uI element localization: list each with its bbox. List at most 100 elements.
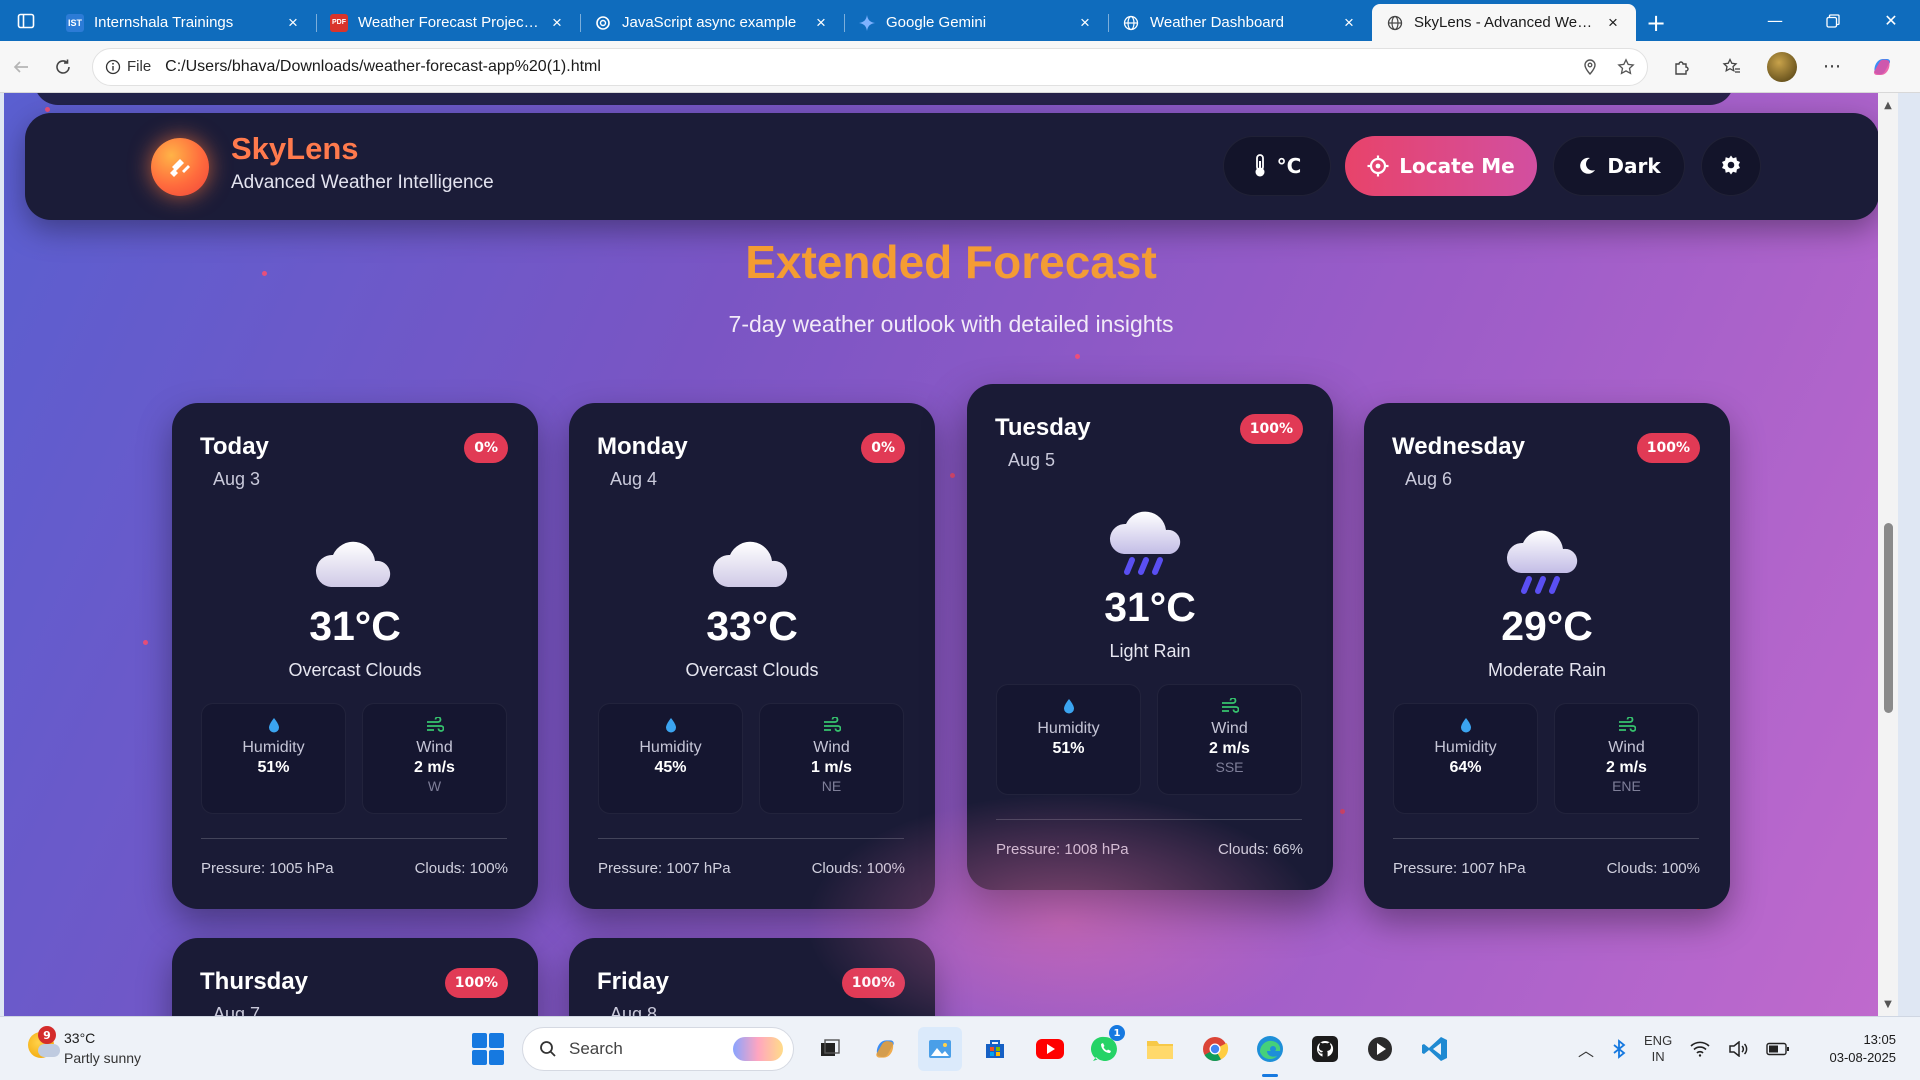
language-indicator[interactable]: ENG IN [1644,1033,1672,1065]
close-window-button[interactable]: ✕ [1862,0,1920,41]
card-temperature: 29°C [1501,603,1593,649]
avatar [1767,51,1797,82]
new-tab-button[interactable]: + [1636,4,1676,41]
weather-widget[interactable]: 9 33°C Partly sunny [24,1026,174,1072]
copilot-app[interactable] [863,1027,907,1071]
profile-button[interactable] [1762,47,1802,87]
scroll-down-arrow-icon[interactable]: ▼ [1878,995,1898,1013]
address-bar-actions [1581,57,1635,76]
card-description: Overcast Clouds [685,660,819,680]
card-day: Thursday [200,968,309,995]
youtube-app[interactable] [1028,1027,1072,1071]
wifi-icon[interactable] [1690,1041,1710,1057]
bluetooth-icon[interactable] [1612,1039,1626,1059]
close-tab-icon[interactable]: × [284,13,302,33]
pdf-favicon-icon: PDF [330,13,348,32]
scroll-thumb[interactable] [1884,523,1893,713]
card-temperature: 31°C [309,603,401,649]
vscode-icon [1422,1037,1447,1061]
browser-toolbar: File C:/Users/bhava/Downloads/weather-fo… [0,41,1920,93]
locate-me-button[interactable]: Locate Me [1345,136,1537,196]
reload-button[interactable] [42,47,84,87]
restore-button[interactable] [1804,0,1862,41]
card-divider [598,838,904,839]
location-pin-icon[interactable] [1581,58,1599,76]
close-tab-icon[interactable]: × [812,13,830,33]
scroll-up-arrow-icon[interactable]: ▲ [1878,96,1898,114]
unit-toggle-button[interactable]: °C [1223,136,1331,196]
microsoft-store-app[interactable] [973,1027,1017,1071]
github-app[interactable] [1303,1027,1347,1071]
card-divider [996,819,1302,820]
humidity-box: Humidity 51% [201,703,346,814]
globe-icon [1122,14,1140,32]
settings-button[interactable] [1701,136,1761,196]
url-text: C:/Users/bhava/Downloads/weather-forecas… [165,57,601,75]
copilot-button[interactable] [1862,47,1902,87]
tab-google-gemini[interactable]: Google Gemini × [844,4,1108,41]
brand-name: SkyLens [231,131,359,166]
more-menu-button[interactable]: ··· [1812,47,1852,87]
humidity-label: Humidity [639,739,702,756]
card-description: Moderate Rain [1487,660,1607,680]
tab-javascript-async[interactable]: JavaScript async example × [580,4,844,41]
tab-internshala[interactable]: IST Internshala Trainings × [52,4,316,41]
theme-toggle-button[interactable]: Dark [1553,136,1685,196]
tab-skylens[interactable]: SkyLens - Advanced Weathe × [1372,4,1636,41]
volume-icon[interactable] [1728,1041,1748,1057]
close-tab-icon[interactable]: × [1340,13,1358,33]
forecast-card[interactable]: Wednesday Aug 6 100% 29°C Moderate Rain … [1364,403,1730,909]
edge-app[interactable] [1248,1027,1292,1077]
region-code: IN [1651,1049,1665,1064]
close-tab-icon[interactable]: × [1076,13,1094,33]
card-date: Aug 5 [1008,450,1056,470]
tab-weather-dashboard[interactable]: Weather Dashboard × [1108,4,1372,41]
address-bar[interactable]: File C:/Users/bhava/Downloads/weather-fo… [92,47,1648,86]
forecast-card[interactable]: Thursday Aug 7 100% [172,938,538,1016]
back-button[interactable] [0,47,42,87]
windows-taskbar: 9 33°C Partly sunny Search 1 ︿ ENG IN 13… [0,1016,1920,1080]
card-date: Aug 3 [213,469,261,489]
humidity-box: Humidity 51% [996,684,1141,795]
humidity-value: 64% [1449,759,1482,776]
page-viewport: SkyLens Advanced Weather Intelligence °C… [4,93,1898,1016]
tab-weather-forecast-pdf[interactable]: PDF Weather Forecast Project Ed × [316,4,580,41]
taskbar-search[interactable]: Search [522,1027,794,1071]
close-tab-icon[interactable]: × [548,13,566,33]
forecast-card[interactable]: Monday Aug 4 0% 33°C Overcast Clouds Hum… [569,403,935,909]
unit-label: °C [1276,154,1302,178]
theme-label: Dark [1607,154,1661,178]
extensions-button[interactable] [1662,47,1702,87]
wind-direction: NE [821,778,842,794]
minimize-button[interactable]: — [1746,0,1804,41]
close-tab-icon[interactable]: × [1604,13,1622,33]
forecast-card[interactable]: Friday Aug 8 100% [569,938,935,1016]
media-player-app[interactable] [1358,1027,1402,1071]
tab-actions-button[interactable] [0,0,52,41]
photos-app[interactable] [918,1027,962,1071]
forecast-card[interactable]: Tuesday Aug 5 100% 31°C Light Rain Humid… [967,384,1333,890]
vscode-app[interactable] [1413,1027,1457,1071]
system-clock[interactable]: 13:05 03-08-2025 [1796,1031,1897,1067]
file-explorer-app[interactable] [1138,1027,1182,1071]
favorites-button[interactable] [1712,47,1752,87]
forecast-card[interactable]: Today Aug 3 0% 31°C Overcast Clouds Humi… [172,403,538,909]
favorite-star-icon[interactable] [1617,57,1635,76]
particle-dot [45,107,50,112]
wind-box: Wind 1 m/s NE [759,703,904,814]
page-scrollbar[interactable]: ▲ ▼ [1878,93,1898,1016]
chrome-app[interactable] [1193,1027,1237,1071]
cloud-icon [315,541,391,587]
wind-direction: ENE [1612,778,1641,794]
previous-section-edge [34,93,1734,105]
show-hidden-icons-button[interactable]: ︿ [1578,1037,1594,1061]
battery-icon[interactable] [1766,1042,1790,1056]
clouds-text: Clouds: 66% [1217,841,1303,858]
site-info-button[interactable]: File [105,58,165,75]
particle-dot [950,473,955,478]
task-view-button[interactable] [808,1027,852,1071]
app-header: SkyLens Advanced Weather Intelligence °C… [25,113,1879,220]
whatsapp-app[interactable]: 1 [1083,1025,1127,1071]
start-button[interactable] [472,1033,504,1065]
card-day: Tuesday [995,414,1091,441]
